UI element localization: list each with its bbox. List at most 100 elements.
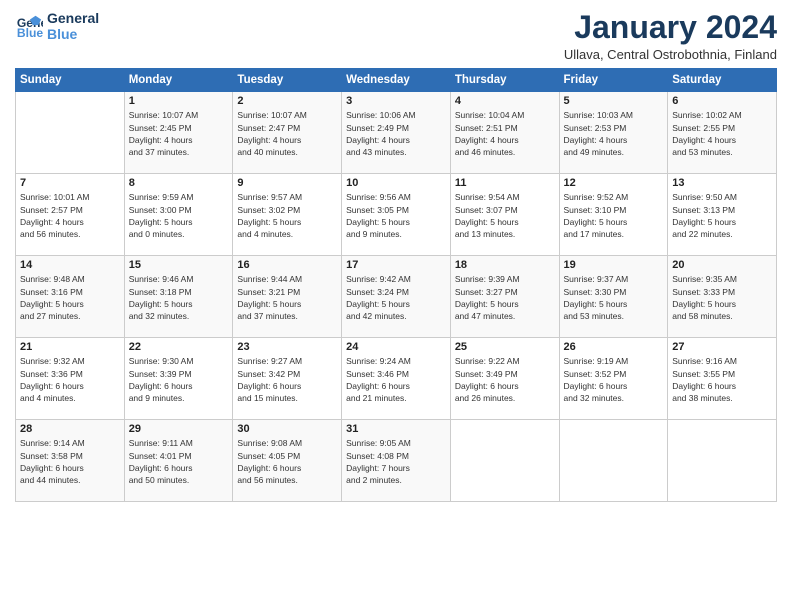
location-subtitle: Ullava, Central Ostrobothnia, Finland xyxy=(564,47,777,62)
day-info: Sunrise: 9:39 AM Sunset: 3:27 PM Dayligh… xyxy=(455,273,555,322)
day-info: Sunrise: 9:19 AM Sunset: 3:52 PM Dayligh… xyxy=(564,355,664,404)
calendar-cell: 7Sunrise: 10:01 AM Sunset: 2:57 PM Dayli… xyxy=(16,174,125,256)
calendar-cell: 22 Sunrise: 9:30 AM Sunset: 3:39 PM Dayli… xyxy=(124,338,233,420)
svg-text:Blue: Blue xyxy=(17,26,43,40)
day-number: 31 xyxy=(346,423,446,435)
day-info: Sunrise: 10:04 AM Sunset: 2:51 PM Daylig… xyxy=(455,109,555,158)
calendar-cell: 21 Sunrise: 9:32 AM Sunset: 3:36 PM Dayli… xyxy=(16,338,125,420)
day-info: Sunrise: 9:56 AM Sunset: 3:05 PM Dayligh… xyxy=(346,191,446,240)
day-info: Sunrise: 9:35 AM Sunset: 3:33 PM Dayligh… xyxy=(672,273,772,322)
day-info: Sunrise: 9:44 AM Sunset: 3:21 PM Dayligh… xyxy=(237,273,337,322)
day-info: Sunrise: 10:06 AM Sunset: 2:49 PM Daylig… xyxy=(346,109,446,158)
day-info: Sunrise: 9:11 AM Sunset: 4:01 PM Dayligh… xyxy=(129,437,229,486)
calendar-cell: 25 Sunrise: 9:22 AM Sunset: 3:49 PM Dayli… xyxy=(450,338,559,420)
day-number: 19 xyxy=(564,259,664,271)
day-info: Sunrise: 9:50 AM Sunset: 3:13 PM Dayligh… xyxy=(672,191,772,240)
calendar-cell: 14Sunrise: 9:48 AM Sunset: 3:16 PM Dayli… xyxy=(16,256,125,338)
day-number: 28 xyxy=(20,423,120,435)
day-number: 24 xyxy=(346,341,446,353)
calendar-week-1: 1Sunrise: 10:07 AM Sunset: 2:45 PM Dayli… xyxy=(16,92,777,174)
day-header-wednesday: Wednesday xyxy=(342,69,451,92)
calendar-cell: 15Sunrise: 9:46 AM Sunset: 3:18 PM Dayli… xyxy=(124,256,233,338)
calendar-week-2: 7Sunrise: 10:01 AM Sunset: 2:57 PM Dayli… xyxy=(16,174,777,256)
calendar-cell: 19 Sunrise: 9:37 AM Sunset: 3:30 PM Dayli… xyxy=(559,256,668,338)
day-info: Sunrise: 9:37 AM Sunset: 3:30 PM Dayligh… xyxy=(564,273,664,322)
day-info: Sunrise: 9:14 AM Sunset: 3:58 PM Dayligh… xyxy=(20,437,120,486)
calendar-cell: 20 Sunrise: 9:35 AM Sunset: 3:33 PM Dayli… xyxy=(668,256,777,338)
calendar-cell: 8 Sunrise: 9:59 AM Sunset: 3:00 PM Daylig… xyxy=(124,174,233,256)
day-info: Sunrise: 9:05 AM Sunset: 4:08 PM Dayligh… xyxy=(346,437,446,486)
day-info: Sunrise: 9:22 AM Sunset: 3:49 PM Dayligh… xyxy=(455,355,555,404)
logo-line1: General xyxy=(47,10,99,26)
day-number: 5 xyxy=(564,95,664,107)
day-header-monday: Monday xyxy=(124,69,233,92)
day-info: Sunrise: 9:24 AM Sunset: 3:46 PM Dayligh… xyxy=(346,355,446,404)
calendar-cell: 12Sunrise: 9:52 AM Sunset: 3:10 PM Dayli… xyxy=(559,174,668,256)
title-block: January 2024 Ullava, Central Ostrobothni… xyxy=(564,10,777,62)
day-number: 18 xyxy=(455,259,555,271)
calendar-cell: 3 Sunrise: 10:06 AM Sunset: 2:49 PM Dayli… xyxy=(342,92,451,174)
calendar-cell: 23Sunrise: 9:27 AM Sunset: 3:42 PM Dayli… xyxy=(233,338,342,420)
day-info: Sunrise: 9:32 AM Sunset: 3:36 PM Dayligh… xyxy=(20,355,120,404)
day-info: Sunrise: 9:52 AM Sunset: 3:10 PM Dayligh… xyxy=(564,191,664,240)
calendar-cell: 6 Sunrise: 10:02 AM Sunset: 2:55 PM Dayli… xyxy=(668,92,777,174)
day-number: 3 xyxy=(346,95,446,107)
day-number: 6 xyxy=(672,95,772,107)
day-header-saturday: Saturday xyxy=(668,69,777,92)
day-info: Sunrise: 9:57 AM Sunset: 3:02 PM Dayligh… xyxy=(237,191,337,240)
calendar-cell: 9Sunrise: 9:57 AM Sunset: 3:02 PM Daylig… xyxy=(233,174,342,256)
calendar-cell: 1Sunrise: 10:07 AM Sunset: 2:45 PM Dayli… xyxy=(124,92,233,174)
day-number: 30 xyxy=(237,423,337,435)
day-number: 2 xyxy=(237,95,337,107)
day-number: 23 xyxy=(237,341,337,353)
day-info: Sunrise: 9:42 AM Sunset: 3:24 PM Dayligh… xyxy=(346,273,446,322)
calendar-cell: 24 Sunrise: 9:24 AM Sunset: 3:46 PM Dayli… xyxy=(342,338,451,420)
day-number: 16 xyxy=(237,259,337,271)
day-number: 20 xyxy=(672,259,772,271)
calendar-cell: 17 Sunrise: 9:42 AM Sunset: 3:24 PM Dayli… xyxy=(342,256,451,338)
calendar-cell: 27Sunrise: 9:16 AM Sunset: 3:55 PM Dayli… xyxy=(668,338,777,420)
calendar-week-3: 14Sunrise: 9:48 AM Sunset: 3:16 PM Dayli… xyxy=(16,256,777,338)
calendar-week-4: 21 Sunrise: 9:32 AM Sunset: 3:36 PM Dayli… xyxy=(16,338,777,420)
day-number: 25 xyxy=(455,341,555,353)
day-number: 13 xyxy=(672,177,772,189)
logo: General Blue General Blue xyxy=(15,10,99,42)
calendar-cell: 28 Sunrise: 9:14 AM Sunset: 3:58 PM Dayli… xyxy=(16,420,125,502)
day-number: 1 xyxy=(129,95,229,107)
calendar-table: SundayMondayTuesdayWednesdayThursdayFrid… xyxy=(15,68,777,502)
calendar-cell: 29 Sunrise: 9:11 AM Sunset: 4:01 PM Dayli… xyxy=(124,420,233,502)
calendar-cell: 5 Sunrise: 10:03 AM Sunset: 2:53 PM Dayli… xyxy=(559,92,668,174)
calendar-cell: 4Sunrise: 10:04 AM Sunset: 2:51 PM Dayli… xyxy=(450,92,559,174)
calendar-cell: 13 Sunrise: 9:50 AM Sunset: 3:13 PM Dayli… xyxy=(668,174,777,256)
calendar-cell: 2 Sunrise: 10:07 AM Sunset: 2:47 PM Dayli… xyxy=(233,92,342,174)
day-info: Sunrise: 9:30 AM Sunset: 3:39 PM Dayligh… xyxy=(129,355,229,404)
day-header-thursday: Thursday xyxy=(450,69,559,92)
day-header-friday: Friday xyxy=(559,69,668,92)
day-info: Sunrise: 10:07 AM Sunset: 2:47 PM Daylig… xyxy=(237,109,337,158)
calendar-cell xyxy=(668,420,777,502)
day-number: 15 xyxy=(129,259,229,271)
day-info: Sunrise: 9:08 AM Sunset: 4:05 PM Dayligh… xyxy=(237,437,337,486)
calendar-cell xyxy=(450,420,559,502)
day-info: Sunrise: 10:01 AM Sunset: 2:57 PM Daylig… xyxy=(20,191,120,240)
day-number: 17 xyxy=(346,259,446,271)
day-number: 8 xyxy=(129,177,229,189)
calendar-cell: 30 Sunrise: 9:08 AM Sunset: 4:05 PM Dayli… xyxy=(233,420,342,502)
calendar-header-row: SundayMondayTuesdayWednesdayThursdayFrid… xyxy=(16,69,777,92)
day-number: 21 xyxy=(20,341,120,353)
day-number: 22 xyxy=(129,341,229,353)
day-number: 10 xyxy=(346,177,446,189)
day-info: Sunrise: 10:02 AM Sunset: 2:55 PM Daylig… xyxy=(672,109,772,158)
day-info: Sunrise: 9:59 AM Sunset: 3:00 PM Dayligh… xyxy=(129,191,229,240)
logo-line2: Blue xyxy=(47,26,99,42)
day-number: 26 xyxy=(564,341,664,353)
day-number: 29 xyxy=(129,423,229,435)
day-info: Sunrise: 9:54 AM Sunset: 3:07 PM Dayligh… xyxy=(455,191,555,240)
calendar-cell: 16 Sunrise: 9:44 AM Sunset: 3:21 PM Dayli… xyxy=(233,256,342,338)
day-header-tuesday: Tuesday xyxy=(233,69,342,92)
calendar-cell: 26 Sunrise: 9:19 AM Sunset: 3:52 PM Dayli… xyxy=(559,338,668,420)
calendar-cell: 10 Sunrise: 9:56 AM Sunset: 3:05 PM Dayli… xyxy=(342,174,451,256)
page: General Blue General Blue January 2024 U… xyxy=(0,0,792,612)
day-info: Sunrise: 10:03 AM Sunset: 2:53 PM Daylig… xyxy=(564,109,664,158)
header: General Blue General Blue January 2024 U… xyxy=(15,10,777,62)
